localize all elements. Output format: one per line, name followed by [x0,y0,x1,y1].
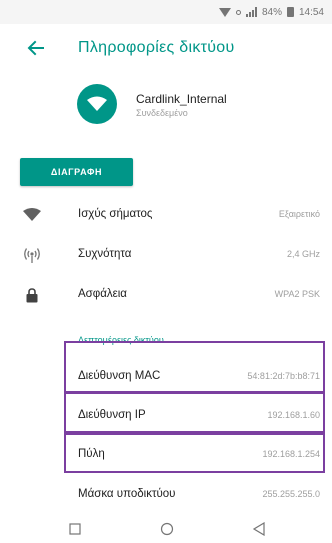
gateway-row: Πύλη 192.168.1.254 [0,436,332,474]
security-label: Ασφάλεια [78,288,127,300]
network-name: Cardlink_Internal [136,92,227,106]
mac-address-value: 54:81:2d:7b:b8:71 [247,371,320,381]
frequency-icon [23,247,41,263]
security-value: WPA2 PSK [274,289,320,299]
wifi-icon [77,84,117,124]
network-status: Συνδεδεμένο [136,108,188,118]
app-bar: Πληροφορίες δικτύου [0,24,332,74]
ip-address-value: 192.168.1.60 [267,410,320,420]
signal-strength-value: Εξαιρετικό [278,209,320,219]
frequency-row: Συχνότητα 2,4 GHz [0,236,332,274]
security-row: Ασφάλεια WPA2 PSK [0,276,332,314]
page-title: Πληροφορίες δικτύου [78,39,235,56]
lock-icon [23,287,41,303]
back-triangle-icon[interactable] [250,520,268,538]
subnet-mask-label: Μάσκα υποδικτύου [78,488,176,500]
network-details-header: Λεπτομέρειες δικτύου [78,335,164,345]
navigation-bar [0,515,332,543]
delete-network-button[interactable]: ΔΙΑΓΡΑΦΗ [20,158,133,186]
status-bar: 84% 14:54 [0,0,332,24]
gateway-label: Πύλη [78,448,105,460]
home-icon[interactable] [158,520,176,538]
battery-icon [286,7,294,17]
gateway-value: 192.168.1.254 [262,449,320,459]
frequency-label: Συχνότητα [78,248,132,260]
signal-strength-label: Ισχύς σήματος [78,208,153,220]
clock: 14:54 [298,6,324,18]
battery-percent: 84% [261,6,282,18]
signal-strength-icon [23,207,41,223]
recents-icon[interactable] [66,520,84,538]
network-header: Cardlink_Internal Συνδεδεμένο [0,78,332,138]
ip-address-label: Διεύθυνση IP [78,409,146,421]
wifi-status-icon [218,7,231,17]
subnet-mask-value: 255.255.255.0 [262,489,320,499]
arrow-back-icon[interactable] [26,38,46,58]
sync-status-icon [235,9,241,15]
mac-address-row: Διεύθυνση MAC 54:81:2d:7b:b8:71 [0,358,332,396]
frequency-value: 2,4 GHz [286,249,320,259]
cell-signal-icon [245,7,257,17]
ip-address-row: Διεύθυνση IP 192.168.1.60 [0,397,332,435]
signal-strength-row: Ισχύς σήματος Εξαιρετικό [0,196,332,234]
subnet-mask-row: Μάσκα υποδικτύου 255.255.255.0 [0,476,332,514]
mac-address-label: Διεύθυνση MAC [78,370,161,382]
